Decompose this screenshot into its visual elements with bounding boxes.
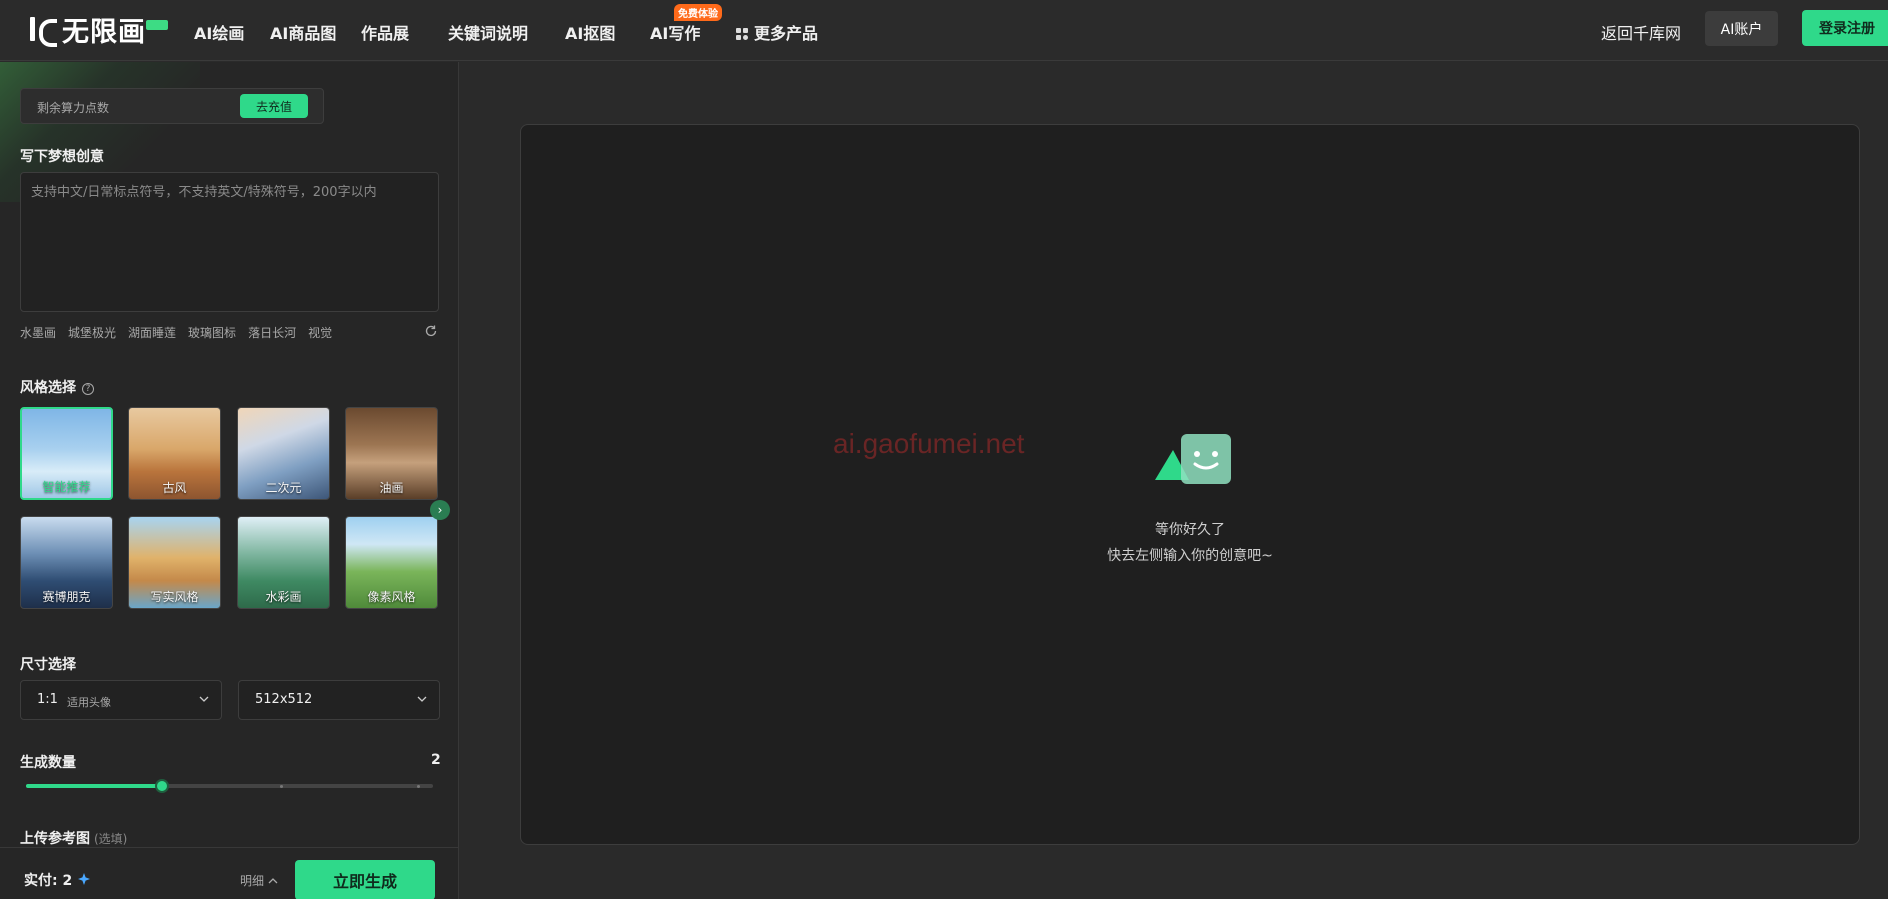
nav-gallery[interactable]: 作品展 [361, 20, 409, 44]
tag-castle-aurora[interactable]: 城堡极光 [68, 324, 116, 341]
tag-glass-icon[interactable]: 玻璃图标 [188, 324, 236, 341]
chevron-down-icon [417, 696, 427, 702]
style-label: 智能推荐 [42, 480, 91, 494]
refresh-icon[interactable] [424, 324, 438, 338]
style-label: 水彩画 [265, 590, 302, 604]
generate-now-button[interactable]: 立即生成 [295, 860, 435, 899]
nav-ai-product-image[interactable]: AI商品图 [270, 20, 336, 44]
left-panel: 剩余算力点数 去充值 写下梦想创意 水墨画 城堡极光 湖面睡莲 玻璃图标 落日长… [0, 62, 459, 899]
remaining-points-label: 剩余算力点数 [37, 101, 110, 115]
smiley-placeholder-icon [1155, 434, 1231, 484]
upload-optional-label: (选填) [94, 832, 128, 846]
nav-more-products[interactable]: 更多产品 [736, 20, 818, 44]
prompt-title: 写下梦想创意 [20, 149, 104, 165]
style-card-pixel[interactable]: 像素风格 [345, 516, 438, 609]
tag-vision[interactable]: 视觉 [308, 324, 332, 341]
price-value: 2 [62, 873, 73, 889]
style-card-ancient[interactable]: 古风 [128, 407, 221, 500]
style-label: 油画 [379, 481, 404, 495]
watermark: ai.gaofumei.net [833, 428, 1025, 459]
style-card-oil-painting[interactable]: 油画 [345, 407, 438, 500]
resolution-select[interactable]: 512x512 [238, 680, 440, 720]
sparkle-icon [78, 873, 91, 885]
empty-subtitle: 快去左侧输入你的创意吧~ [1107, 548, 1273, 564]
points-box: 剩余算力点数 去充值 [20, 88, 324, 124]
result-canvas: 等你好久了 快去左侧输入你的创意吧~ [520, 124, 1860, 845]
nav-ai-cutout[interactable]: AI抠图 [565, 20, 615, 44]
style-card-watercolor[interactable]: 水彩画 [237, 516, 330, 609]
style-next-arrow-icon[interactable]: › [430, 500, 450, 520]
grid-icon [736, 28, 748, 40]
style-card-smart-recommend[interactable]: 智能推荐 [20, 407, 113, 500]
empty-title: 等你好久了 [1155, 522, 1225, 538]
upload-title: 上传参考图 (选填) [20, 828, 127, 848]
bottom-action-bar: 实付: 2 明细 立即生成 [0, 847, 458, 899]
aspect-ratio-select[interactable]: 1:1 适用头像 [20, 680, 222, 720]
slider-fill [26, 784, 162, 788]
slider-step-dot [280, 785, 283, 788]
nav-more-products-label: 更多产品 [754, 24, 819, 43]
style-title: 风格选择? [20, 377, 94, 397]
back-to-qianku-link[interactable]: 返回千库网 [1601, 20, 1681, 44]
logo-badge [146, 20, 168, 30]
prompt-box [20, 172, 439, 312]
login-register-button[interactable]: 登录注册 [1802, 10, 1888, 46]
style-label: 二次元 [265, 481, 302, 495]
count-title: 生成数量 [20, 755, 76, 771]
nav-ai-painting[interactable]: AI绘画 [194, 20, 244, 44]
style-label: 写实风格 [150, 590, 199, 604]
count-slider[interactable] [26, 779, 433, 793]
chevron-down-icon [199, 696, 209, 702]
aspect-ratio-hint: 适用头像 [67, 696, 111, 709]
style-card-anime[interactable]: 二次元 [237, 407, 330, 500]
style-label: 古风 [162, 481, 187, 495]
slider-thumb[interactable] [154, 779, 169, 793]
style-card-realistic[interactable]: 写实风格 [128, 516, 221, 609]
detail-link[interactable]: 明细 [240, 872, 278, 889]
upload-title-label: 上传参考图 [20, 831, 90, 847]
tag-sunset-river[interactable]: 落日长河 [248, 324, 296, 341]
help-icon[interactable]: ? [82, 383, 94, 395]
tag-water-lily[interactable]: 湖面睡莲 [128, 324, 176, 341]
free-trial-badge: 免费体验 [674, 4, 722, 21]
logo[interactable]: 无限画 [28, 12, 170, 48]
style-card-cyberpunk[interactable]: 赛博朋克 [20, 516, 113, 609]
price-label: 实付: [24, 873, 58, 889]
recharge-button[interactable]: 去充值 [240, 94, 308, 118]
detail-label: 明细 [240, 874, 265, 888]
style-title-label: 风格选择 [20, 380, 76, 396]
count-value: 2 [431, 752, 441, 768]
nav-ai-writing-label: AI写作 [650, 24, 701, 43]
prompt-input[interactable] [31, 181, 428, 303]
style-label: 赛博朋克 [42, 590, 91, 604]
ai-account-button[interactable]: AI账户 [1705, 11, 1778, 46]
size-title: 尺寸选择 [20, 657, 76, 673]
chevron-up-icon [268, 878, 278, 884]
style-label: 像素风格 [367, 590, 416, 604]
slider-step-dot [417, 785, 420, 788]
tag-ink-painting[interactable]: 水墨画 [20, 324, 56, 341]
resolution-value: 512x512 [255, 692, 313, 707]
nav-keyword-guide[interactable]: 关键词说明 [448, 20, 528, 44]
logo-mark-icon [28, 15, 57, 47]
top-navigation-bar: 无限画 AI绘画 AI商品图 作品展 关键词说明 AI抠图 AI写作 免费体验 … [0, 0, 1888, 61]
logo-text: 无限画 [62, 16, 146, 48]
aspect-ratio-value: 1:1 [37, 692, 58, 707]
price: 实付: 2 [24, 870, 91, 890]
nav-ai-writing[interactable]: AI写作 免费体验 [650, 4, 722, 44]
suggestion-tags: 水墨画 城堡极光 湖面睡莲 玻璃图标 落日长河 视觉 [20, 324, 344, 341]
